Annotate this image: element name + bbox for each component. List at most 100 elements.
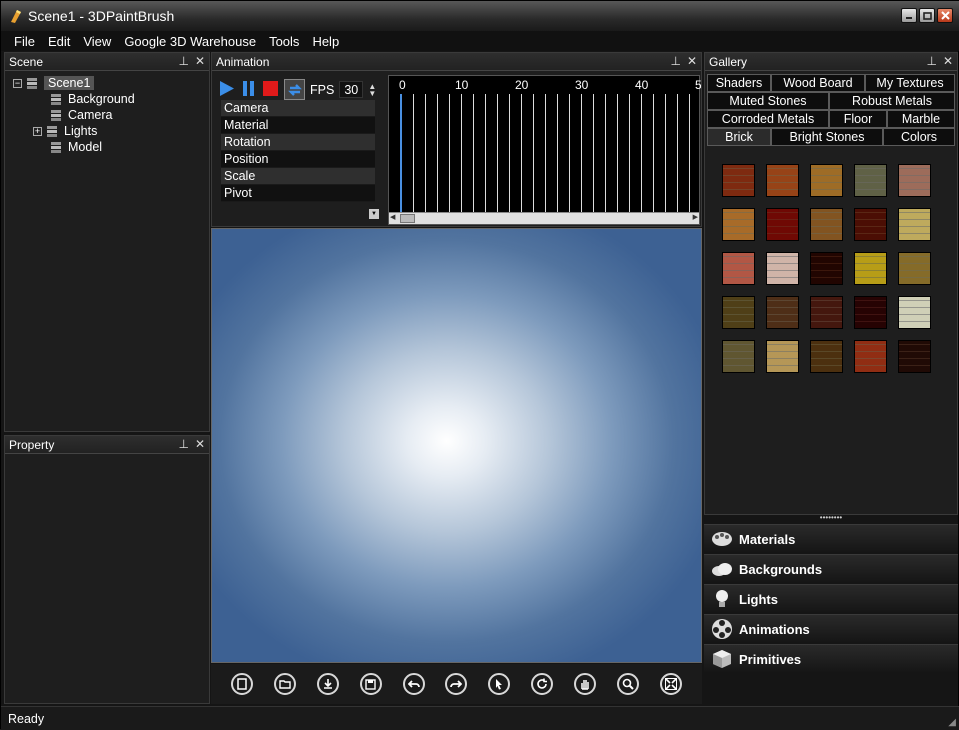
import-button[interactable]	[317, 673, 340, 695]
texture-thumbnail[interactable]	[898, 208, 931, 241]
texture-thumbnail[interactable]	[810, 252, 843, 285]
tree-node-lights[interactable]: + Lights	[13, 123, 135, 139]
track-item[interactable]: Camera	[221, 100, 375, 117]
timeline[interactable]: 0 10 20 30 40 5 ◀ ▶	[388, 75, 701, 225]
library-animations[interactable]: Animations	[704, 614, 958, 643]
tab-floor[interactable]: Floor	[829, 110, 887, 128]
track-item[interactable]: Position	[221, 151, 375, 168]
texture-thumbnail[interactable]	[898, 252, 931, 285]
tree-node-scene1[interactable]: − Scene1	[13, 75, 135, 91]
splitter-grip[interactable]: ••••••••	[813, 514, 849, 522]
track-item[interactable]: Material	[221, 117, 375, 134]
menu-file[interactable]: File	[8, 34, 41, 49]
library-materials[interactable]: Materials	[704, 524, 958, 553]
menu-edit[interactable]: Edit	[42, 34, 76, 49]
texture-thumbnail[interactable]	[854, 208, 887, 241]
3d-viewport[interactable]	[211, 228, 702, 663]
texture-thumbnail[interactable]	[766, 296, 799, 329]
pan-hand-button[interactable]	[573, 673, 596, 695]
collapse-icon[interactable]: −	[13, 78, 22, 88]
close-icon[interactable]: ✕	[195, 54, 205, 68]
texture-thumbnail[interactable]	[898, 296, 931, 329]
scroll-right-icon[interactable]: ▶	[693, 213, 698, 221]
track-item[interactable]: Scale	[221, 168, 375, 185]
minimize-button[interactable]	[901, 8, 917, 23]
texture-thumbnail[interactable]	[810, 164, 843, 197]
tab-colors[interactable]: Colors	[883, 128, 955, 146]
close-window-button[interactable]	[937, 8, 953, 23]
pin-icon[interactable]: ⊥	[670, 54, 680, 68]
pin-icon[interactable]: ⊥	[926, 54, 936, 68]
fps-spinner[interactable]: ▲ ▼	[368, 82, 376, 97]
tab-wood-board[interactable]: Wood Board	[771, 74, 865, 92]
scroll-left-icon[interactable]: ◀	[390, 213, 395, 221]
fps-input[interactable]: 30	[339, 81, 364, 98]
loop-icon[interactable]	[284, 79, 305, 100]
pin-icon[interactable]: ⊥	[178, 437, 188, 451]
expand-icon[interactable]: +	[33, 126, 42, 136]
tab-robust-metals[interactable]: Robust Metals	[829, 92, 955, 110]
texture-thumbnail[interactable]	[722, 252, 755, 285]
texture-thumbnail[interactable]	[810, 296, 843, 329]
save-button[interactable]	[359, 673, 382, 695]
texture-thumbnail[interactable]	[722, 208, 755, 241]
tab-brick[interactable]: Brick	[707, 128, 771, 146]
library-backgrounds[interactable]: Backgrounds	[704, 554, 958, 583]
tree-node-background[interactable]: Background	[13, 91, 135, 107]
playhead[interactable]	[400, 94, 402, 212]
rotate-button[interactable]	[531, 673, 554, 695]
track-item[interactable]: Rotation	[221, 134, 375, 151]
texture-thumbnail[interactable]	[898, 164, 931, 197]
texture-thumbnail[interactable]	[810, 208, 843, 241]
tab-corroded-metals[interactable]: Corroded Metals	[707, 110, 829, 128]
track-list-scroll-down-icon[interactable]: ▼	[369, 209, 379, 219]
pin-icon[interactable]: ⊥	[178, 54, 188, 68]
menu-help[interactable]: Help	[306, 34, 345, 49]
menu-tools[interactable]: Tools	[263, 34, 305, 49]
tree-node-model[interactable]: Model	[13, 139, 135, 155]
pause-icon[interactable]	[240, 80, 257, 100]
fit-view-button[interactable]	[659, 673, 682, 695]
tab-marble[interactable]: Marble	[887, 110, 955, 128]
tree-node-camera[interactable]: Camera	[13, 107, 135, 123]
tab-shaders[interactable]: Shaders	[707, 74, 771, 92]
resize-grip-icon[interactable]: ◢	[948, 717, 956, 728]
texture-thumbnail[interactable]	[810, 340, 843, 373]
texture-thumbnail[interactable]	[766, 340, 799, 373]
library-lights[interactable]: Lights	[704, 584, 958, 613]
play-icon[interactable]	[218, 80, 235, 100]
timeline-scrollbar[interactable]: ◀ ▶	[389, 212, 699, 224]
undo-button[interactable]	[402, 673, 425, 695]
texture-thumbnail[interactable]	[722, 340, 755, 373]
menu-google-3d-warehouse[interactable]: Google 3D Warehouse	[118, 34, 262, 49]
app-window: Scene1 - 3DPaintBrush File Edit View Goo…	[0, 0, 959, 730]
texture-thumbnail[interactable]	[854, 296, 887, 329]
texture-thumbnail[interactable]	[722, 164, 755, 197]
stop-icon[interactable]	[262, 80, 279, 100]
library-primitives[interactable]: Primitives	[704, 644, 958, 673]
new-document-button[interactable]	[231, 673, 254, 695]
zoom-button[interactable]	[616, 673, 639, 695]
tab-my-textures[interactable]: My Textures	[865, 74, 955, 92]
select-arrow-button[interactable]	[488, 673, 511, 695]
texture-thumbnail[interactable]	[766, 164, 799, 197]
close-icon[interactable]: ✕	[687, 54, 697, 68]
texture-thumbnail[interactable]	[722, 296, 755, 329]
close-icon[interactable]: ✕	[195, 437, 205, 451]
menu-view[interactable]: View	[77, 34, 117, 49]
texture-thumbnail[interactable]	[854, 252, 887, 285]
scroll-thumb[interactable]	[400, 214, 415, 223]
texture-thumbnail[interactable]	[854, 340, 887, 373]
tab-bright-stones[interactable]: Bright Stones	[771, 128, 883, 146]
maximize-button[interactable]	[919, 8, 935, 23]
texture-thumbnail[interactable]	[898, 340, 931, 373]
texture-thumbnail[interactable]	[766, 208, 799, 241]
track-item[interactable]: Pivot	[221, 185, 375, 202]
open-folder-button[interactable]	[274, 673, 297, 695]
redo-button[interactable]	[445, 673, 468, 695]
texture-thumbnail[interactable]	[854, 164, 887, 197]
close-icon[interactable]: ✕	[943, 54, 953, 68]
texture-thumbnail[interactable]	[766, 252, 799, 285]
tab-muted-stones[interactable]: Muted Stones	[707, 92, 829, 110]
scene-panel-header: Scene ⊥ ✕	[5, 53, 209, 71]
